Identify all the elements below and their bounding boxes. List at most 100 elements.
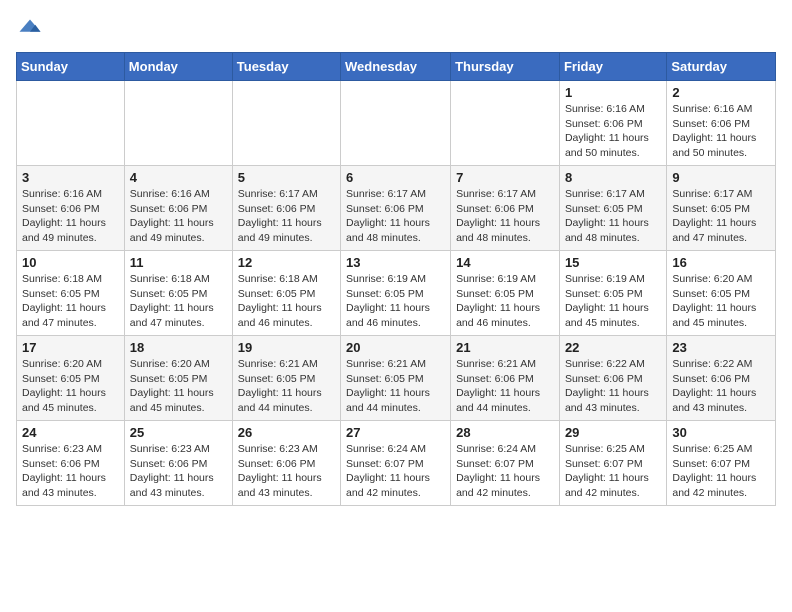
calendar-cell: 30 Sunrise: 6:25 AM Sunset: 6:07 PM Dayli… <box>667 421 776 506</box>
day-number: 22 <box>565 340 661 355</box>
day-number: 20 <box>346 340 445 355</box>
day-number: 30 <box>672 425 770 440</box>
day-number: 27 <box>346 425 445 440</box>
day-header-friday: Friday <box>559 53 666 81</box>
calendar-cell: 23 Sunrise: 6:22 AM Sunset: 6:06 PM Dayli… <box>667 336 776 421</box>
day-info: Sunrise: 6:19 AM Sunset: 6:05 PM Dayligh… <box>346 272 445 331</box>
day-number: 13 <box>346 255 445 270</box>
day-info: Sunrise: 6:22 AM Sunset: 6:06 PM Dayligh… <box>672 357 770 416</box>
day-info: Sunrise: 6:20 AM Sunset: 6:05 PM Dayligh… <box>130 357 227 416</box>
calendar-cell <box>17 81 125 166</box>
day-number: 5 <box>238 170 335 185</box>
day-number: 4 <box>130 170 227 185</box>
calendar-cell: 8 Sunrise: 6:17 AM Sunset: 6:05 PM Daylig… <box>559 166 666 251</box>
day-number: 23 <box>672 340 770 355</box>
day-header-saturday: Saturday <box>667 53 776 81</box>
calendar-week-row: 3 Sunrise: 6:16 AM Sunset: 6:06 PM Daylig… <box>17 166 776 251</box>
day-info: Sunrise: 6:23 AM Sunset: 6:06 PM Dayligh… <box>130 442 227 501</box>
calendar-cell: 27 Sunrise: 6:24 AM Sunset: 6:07 PM Dayli… <box>341 421 451 506</box>
day-info: Sunrise: 6:23 AM Sunset: 6:06 PM Dayligh… <box>238 442 335 501</box>
logo <box>16 16 48 44</box>
logo-icon <box>16 16 44 44</box>
day-info: Sunrise: 6:23 AM Sunset: 6:06 PM Dayligh… <box>22 442 119 501</box>
day-info: Sunrise: 6:18 AM Sunset: 6:05 PM Dayligh… <box>22 272 119 331</box>
day-number: 21 <box>456 340 554 355</box>
calendar-cell <box>451 81 560 166</box>
calendar-cell <box>232 81 340 166</box>
day-number: 15 <box>565 255 661 270</box>
calendar-cell: 10 Sunrise: 6:18 AM Sunset: 6:05 PM Dayli… <box>17 251 125 336</box>
day-number: 26 <box>238 425 335 440</box>
day-info: Sunrise: 6:21 AM Sunset: 6:05 PM Dayligh… <box>238 357 335 416</box>
calendar-cell: 11Sunrise: 6:18 AM Sunset: 6:05 PM Dayli… <box>124 251 232 336</box>
calendar-cell: 22 Sunrise: 6:22 AM Sunset: 6:06 PM Dayli… <box>559 336 666 421</box>
day-info: Sunrise: 6:20 AM Sunset: 6:05 PM Dayligh… <box>22 357 119 416</box>
calendar-cell: 15 Sunrise: 6:19 AM Sunset: 6:05 PM Dayli… <box>559 251 666 336</box>
day-number: 29 <box>565 425 661 440</box>
calendar-cell: 1 Sunrise: 6:16 AM Sunset: 6:06 PM Daylig… <box>559 81 666 166</box>
day-number: 3 <box>22 170 119 185</box>
calendar-cell: 29 Sunrise: 6:25 AM Sunset: 6:07 PM Dayli… <box>559 421 666 506</box>
calendar-week-row: 24 Sunrise: 6:23 AM Sunset: 6:06 PM Dayli… <box>17 421 776 506</box>
calendar-cell: 4Sunrise: 6:16 AM Sunset: 6:06 PM Daylig… <box>124 166 232 251</box>
day-info: Sunrise: 6:20 AM Sunset: 6:05 PM Dayligh… <box>672 272 770 331</box>
day-number: 6 <box>346 170 445 185</box>
day-number: 18 <box>130 340 227 355</box>
calendar-week-row: 1 Sunrise: 6:16 AM Sunset: 6:06 PM Daylig… <box>17 81 776 166</box>
calendar-cell: 25 Sunrise: 6:23 AM Sunset: 6:06 PM Dayli… <box>124 421 232 506</box>
day-info: Sunrise: 6:25 AM Sunset: 6:07 PM Dayligh… <box>672 442 770 501</box>
day-header-wednesday: Wednesday <box>341 53 451 81</box>
day-info: Sunrise: 6:24 AM Sunset: 6:07 PM Dayligh… <box>346 442 445 501</box>
calendar-cell: 9 Sunrise: 6:17 AM Sunset: 6:05 PM Daylig… <box>667 166 776 251</box>
day-info: Sunrise: 6:18 AM Sunset: 6:05 PM Dayligh… <box>238 272 335 331</box>
calendar-table: SundayMondayTuesdayWednesdayThursdayFrid… <box>16 52 776 506</box>
calendar-cell: 18 Sunrise: 6:20 AM Sunset: 6:05 PM Dayli… <box>124 336 232 421</box>
calendar-cell: 26 Sunrise: 6:23 AM Sunset: 6:06 PM Dayli… <box>232 421 340 506</box>
day-info: Sunrise: 6:25 AM Sunset: 6:07 PM Dayligh… <box>565 442 661 501</box>
day-number: 8 <box>565 170 661 185</box>
day-number: 12 <box>238 255 335 270</box>
day-header-monday: Monday <box>124 53 232 81</box>
calendar-cell: 28 Sunrise: 6:24 AM Sunset: 6:07 PM Dayli… <box>451 421 560 506</box>
calendar-cell: 19Sunrise: 6:21 AM Sunset: 6:05 PM Dayli… <box>232 336 340 421</box>
day-number: 17 <box>22 340 119 355</box>
day-info: Sunrise: 6:17 AM Sunset: 6:06 PM Dayligh… <box>456 187 554 246</box>
day-info: Sunrise: 6:17 AM Sunset: 6:05 PM Dayligh… <box>672 187 770 246</box>
day-header-tuesday: Tuesday <box>232 53 340 81</box>
day-number: 16 <box>672 255 770 270</box>
calendar-cell: 3 Sunrise: 6:16 AM Sunset: 6:06 PM Daylig… <box>17 166 125 251</box>
day-number: 1 <box>565 85 661 100</box>
day-info: Sunrise: 6:17 AM Sunset: 6:06 PM Dayligh… <box>238 187 335 246</box>
day-info: Sunrise: 6:19 AM Sunset: 6:05 PM Dayligh… <box>456 272 554 331</box>
day-number: 7 <box>456 170 554 185</box>
calendar-header-row: SundayMondayTuesdayWednesdayThursdayFrid… <box>17 53 776 81</box>
day-info: Sunrise: 6:18 AM Sunset: 6:05 PM Dayligh… <box>130 272 227 331</box>
calendar-cell: 2Sunrise: 6:16 AM Sunset: 6:06 PM Daylig… <box>667 81 776 166</box>
calendar-cell: 24 Sunrise: 6:23 AM Sunset: 6:06 PM Dayli… <box>17 421 125 506</box>
day-number: 9 <box>672 170 770 185</box>
day-info: Sunrise: 6:21 AM Sunset: 6:05 PM Dayligh… <box>346 357 445 416</box>
calendar-cell: 5 Sunrise: 6:17 AM Sunset: 6:06 PM Daylig… <box>232 166 340 251</box>
calendar-cell: 12 Sunrise: 6:18 AM Sunset: 6:05 PM Dayli… <box>232 251 340 336</box>
day-header-thursday: Thursday <box>451 53 560 81</box>
day-header-sunday: Sunday <box>17 53 125 81</box>
day-number: 25 <box>130 425 227 440</box>
calendar-cell: 16 Sunrise: 6:20 AM Sunset: 6:05 PM Dayli… <box>667 251 776 336</box>
day-info: Sunrise: 6:21 AM Sunset: 6:06 PM Dayligh… <box>456 357 554 416</box>
day-info: Sunrise: 6:17 AM Sunset: 6:05 PM Dayligh… <box>565 187 661 246</box>
day-info: Sunrise: 6:16 AM Sunset: 6:06 PM Dayligh… <box>22 187 119 246</box>
day-info: Sunrise: 6:16 AM Sunset: 6:06 PM Dayligh… <box>565 102 661 161</box>
calendar-cell: 7 Sunrise: 6:17 AM Sunset: 6:06 PM Daylig… <box>451 166 560 251</box>
day-info: Sunrise: 6:16 AM Sunset: 6:06 PM Dayligh… <box>672 102 770 161</box>
day-info: Sunrise: 6:22 AM Sunset: 6:06 PM Dayligh… <box>565 357 661 416</box>
day-number: 24 <box>22 425 119 440</box>
day-info: Sunrise: 6:19 AM Sunset: 6:05 PM Dayligh… <box>565 272 661 331</box>
calendar-cell: 6 Sunrise: 6:17 AM Sunset: 6:06 PM Daylig… <box>341 166 451 251</box>
day-info: Sunrise: 6:24 AM Sunset: 6:07 PM Dayligh… <box>456 442 554 501</box>
page-header <box>16 16 776 44</box>
day-info: Sunrise: 6:17 AM Sunset: 6:06 PM Dayligh… <box>346 187 445 246</box>
day-number: 28 <box>456 425 554 440</box>
calendar-cell: 17 Sunrise: 6:20 AM Sunset: 6:05 PM Dayli… <box>17 336 125 421</box>
calendar-cell <box>341 81 451 166</box>
day-number: 10 <box>22 255 119 270</box>
